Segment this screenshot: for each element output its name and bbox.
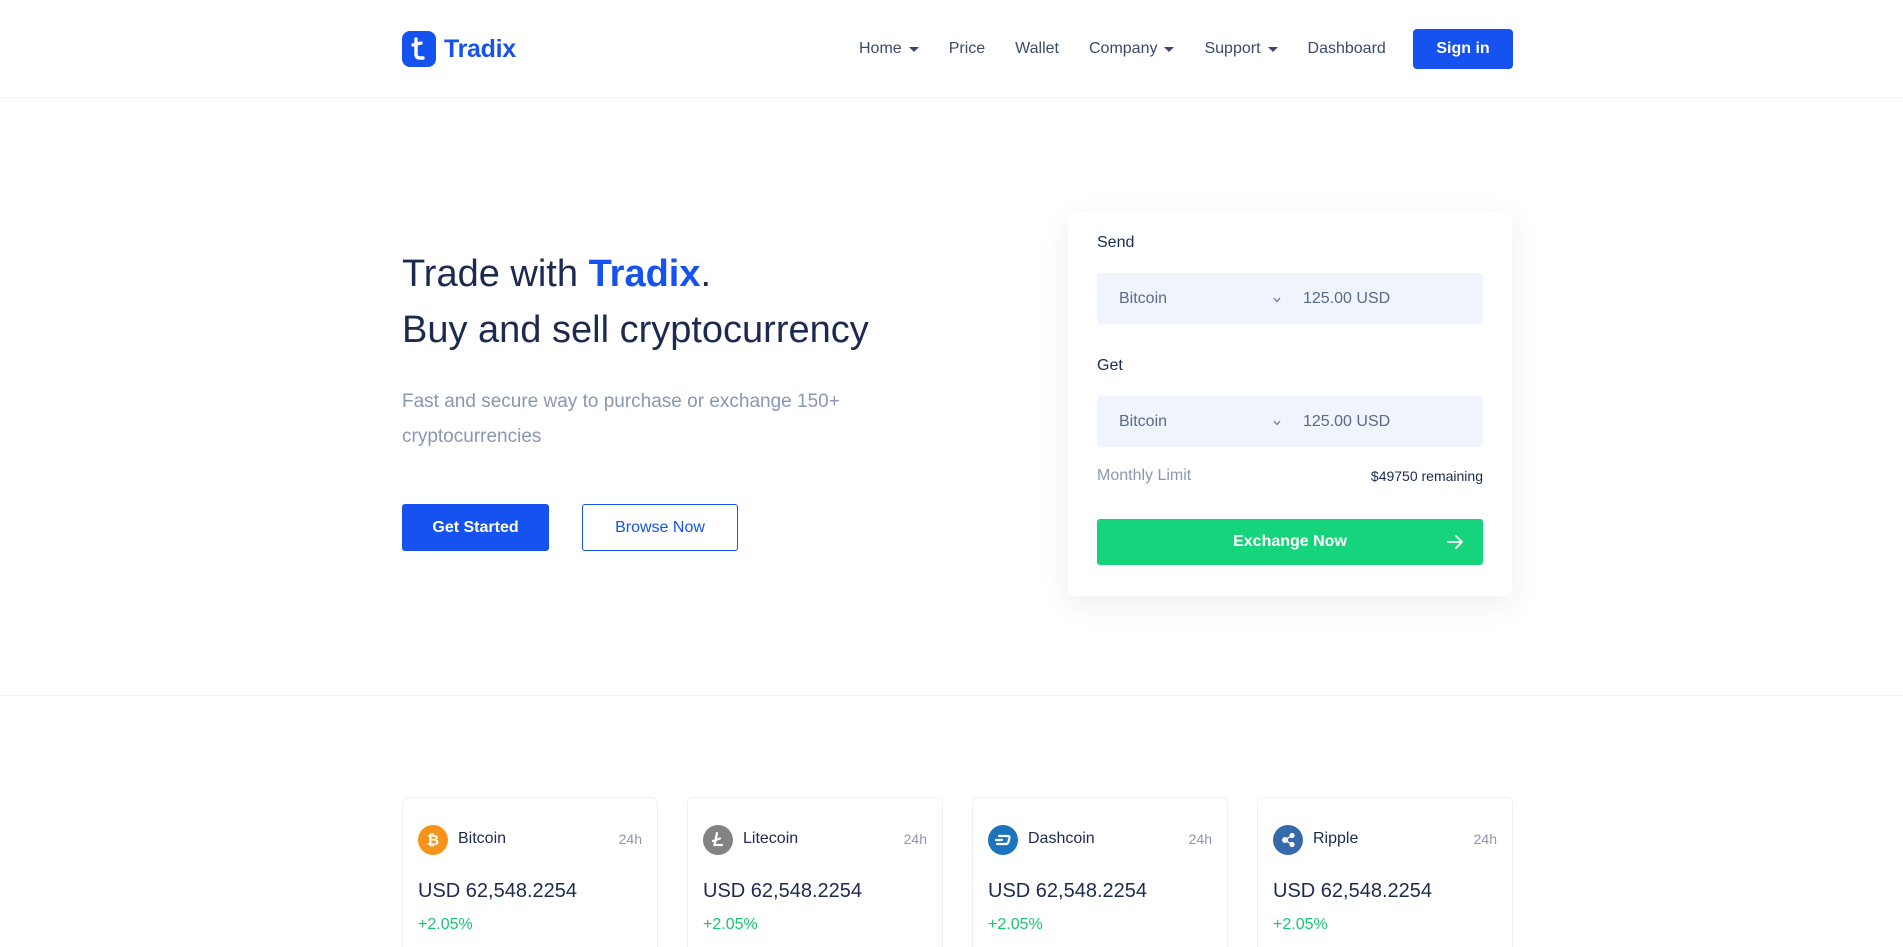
arrow-right-icon xyxy=(1445,532,1465,557)
chevron-down-icon xyxy=(1273,295,1281,306)
send-currency-value: Bitcoin xyxy=(1119,289,1168,307)
get-started-button[interactable]: Get Started xyxy=(402,504,549,551)
get-amount-input[interactable]: 125.00 USD xyxy=(1293,413,1390,431)
hero-subtitle: Fast and secure way to purchase or excha… xyxy=(402,391,840,447)
bitcoin-icon: ₿ xyxy=(418,825,448,855)
coin-period: 24h xyxy=(1188,831,1212,847)
hero-title-line2: Buy and sell cryptocurrency xyxy=(402,309,869,351)
nav-wallet-label: Wallet xyxy=(1015,40,1059,57)
send-currency-select[interactable]: Bitcoin xyxy=(1097,273,1293,324)
nav-item-support[interactable]: Support xyxy=(1204,40,1278,58)
get-field: Bitcoin 125.00 USD xyxy=(1097,396,1483,447)
get-currency-select[interactable]: Bitcoin xyxy=(1097,396,1293,447)
browse-now-button[interactable]: Browse Now xyxy=(582,504,738,551)
coin-price: USD 62,548.2254 xyxy=(703,880,863,902)
get-label: Get xyxy=(1097,357,1123,374)
nav-item-price[interactable]: Price xyxy=(949,40,985,58)
coin-card-ripple[interactable]: Ripple 24h USD 62,548.2254 +2.05% xyxy=(1257,797,1513,947)
litecoin-icon xyxy=(703,825,733,855)
hero-title-prefix: Trade with xyxy=(402,253,589,295)
monthly-limit-value: $49750 remaining xyxy=(1370,468,1483,484)
nav-item-dashboard[interactable]: Dashboard xyxy=(1308,40,1386,58)
nav-dashboard-label: Dashboard xyxy=(1307,40,1386,57)
coin-change: +2.05% xyxy=(418,916,473,933)
site-header: Tradix Home Price Wallet Company Support… xyxy=(0,0,1903,98)
monthly-limit-label: Monthly Limit xyxy=(1097,467,1192,484)
get-currency-value: Bitcoin xyxy=(1119,412,1168,430)
coin-period: 24h xyxy=(903,831,927,847)
coin-period: 24h xyxy=(1473,831,1497,847)
send-label: Send xyxy=(1097,234,1135,251)
coin-name: Dashcoin xyxy=(1028,830,1095,847)
coin-name: Ripple xyxy=(1313,830,1359,847)
coin-card-litecoin[interactable]: Litecoin 24h USD 62,548.2254 +2.05% xyxy=(687,797,943,947)
nav-item-company[interactable]: Company xyxy=(1089,40,1175,58)
nav-price-label: Price xyxy=(948,40,986,57)
nav-home-label: Home xyxy=(859,40,902,57)
brand-name: Tradix xyxy=(444,34,516,63)
dashcoin-icon xyxy=(988,825,1018,855)
sign-in-button[interactable]: Sign in xyxy=(1413,29,1513,69)
coin-price: USD 62,548.2254 xyxy=(1273,880,1433,902)
coin-change: +2.05% xyxy=(703,916,758,933)
main-nav: Home Price Wallet Company Support Dashbo… xyxy=(859,29,1402,69)
send-field: Bitcoin 125.00 USD xyxy=(1097,273,1483,324)
ripple-icon xyxy=(1273,825,1303,855)
hero-title: Trade with Tradix. Buy and sell cryptocu… xyxy=(402,246,869,358)
caret-down-icon xyxy=(908,46,919,52)
exchange-now-label: Exchange Now xyxy=(1233,533,1347,550)
nav-support-label: Support xyxy=(1204,40,1261,57)
coin-name: Litecoin xyxy=(743,830,799,847)
nav-company-label: Company xyxy=(1089,40,1158,57)
coin-card-bitcoin[interactable]: ₿ Bitcoin 24h USD 62,548.2254 +2.05% xyxy=(402,797,658,947)
tradix-logo-icon xyxy=(402,31,436,67)
coin-price: USD 62,548.2254 xyxy=(988,880,1148,902)
exchange-card: Send Bitcoin 125.00 USD Get Bitcoin 125.… xyxy=(1068,212,1512,596)
coin-change: +2.05% xyxy=(988,916,1043,933)
coin-period: 24h xyxy=(618,831,642,847)
nav-item-home[interactable]: Home xyxy=(859,40,919,58)
nav-item-wallet[interactable]: Wallet xyxy=(1015,40,1059,58)
send-amount-input[interactable]: 125.00 USD xyxy=(1293,290,1390,308)
coin-name: Bitcoin xyxy=(458,830,507,847)
hero-title-accent: Tradix xyxy=(588,253,701,295)
coin-price: USD 62,548.2254 xyxy=(418,880,578,902)
coin-change: +2.05% xyxy=(1273,916,1328,933)
caret-down-icon xyxy=(1267,46,1278,52)
coin-card-dashcoin[interactable]: Dashcoin 24h USD 62,548.2254 +2.05% xyxy=(972,797,1228,947)
exchange-now-button[interactable]: Exchange Now xyxy=(1097,519,1483,565)
section-divider xyxy=(0,695,1903,696)
svg-text:₿: ₿ xyxy=(427,831,439,849)
caret-down-icon xyxy=(1164,46,1175,52)
hero-title-line1: Trade with Tradix. xyxy=(402,246,869,302)
brand-logo[interactable]: Tradix xyxy=(402,31,516,67)
chevron-down-icon xyxy=(1273,418,1281,429)
hero-title-suffix: . xyxy=(700,253,712,295)
